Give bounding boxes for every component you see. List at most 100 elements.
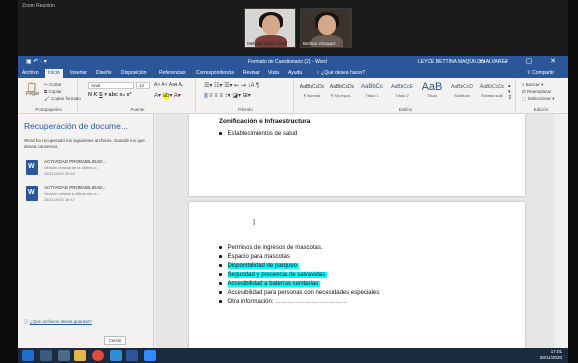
document-page[interactable]: Zonificación e Infraestructura Estableci… [189,114,525,196]
font-size-grow-shrink-icon[interactable]: A˄ A˅ Aa▾ A̶ [154,82,182,88]
section-heading: Zonificación e Infraestructura [219,118,311,125]
editing-group: ⌕ Buscar ▾ ⇄ Reemplazar ⬚ Seleccionar ▾ … [518,79,564,112]
start-icon[interactable] [22,350,34,361]
recovered-file-desc: Versión creada de la última a... [44,165,99,170]
bullet-text: Espacio para mascotas [227,254,290,260]
find-button[interactable]: ⌕ Buscar ▾ [522,82,543,88]
tab-referencias[interactable]: Referencias [159,70,186,76]
style-heading1[interactable]: AaBbCc Título 1 [358,82,386,102]
document-area[interactable]: Zonificación e Infraestructura Estableci… [155,114,561,353]
clipboard-group-label: Portapapeles [35,107,62,112]
tab-ayuda[interactable]: Ayuda [288,70,302,76]
bullet-item[interactable]: Seguridad y presencia de salvavidas [219,271,328,279]
bullet-dot [219,246,222,249]
recovered-file-item[interactable]: ACTIVIDAD PROBABILIDAD... Versión creada… [24,184,150,206]
file-explorer-icon[interactable] [74,350,86,361]
style-name: Subtítulo [454,93,470,98]
styles-group: AaBbCcDc ¶ Normal AaBbCcDc ¶ Sin espa... A… [296,79,516,112]
style-heading2[interactable]: AaBbCcE Título 2 [388,82,416,102]
recovered-file-time: 28/11/2020 16:47 [44,197,75,202]
word-icon[interactable] [126,350,138,361]
bullet-dot [219,273,222,276]
style-subtle-emphasis[interactable]: AaBbCcDc Énfasis sutil [478,82,506,102]
tab-diseno[interactable]: Diseño [96,70,112,76]
system-clock[interactable]: 17:01 28/11/2020 [540,349,562,361]
zoom-app-icon[interactable] [144,350,156,361]
tab-vista[interactable]: Vista [268,70,279,76]
bullet-dot [219,300,222,303]
styles-group-label: Estilos [398,107,413,112]
style-name: Título [426,93,437,98]
editing-group-label: Edición [533,107,549,112]
select-label: Seleccionar [527,96,552,101]
copy-button[interactable]: ⧉ Copiar [44,89,62,94]
meeting-strip: Zoom Reunión Melissa López Cruz Bettina … [18,0,568,56]
text-format-buttons[interactable]: N K S ▾ abc x₂ x² [88,92,131,98]
tell-me-search[interactable]: ♀ ¿Qué desea hacer? [316,70,365,76]
bullet-text-highlighted: Disponibilidad de parqueo [227,263,299,269]
tab-disposicion[interactable]: Disposición [121,70,147,76]
document-recovery-pane: Recuperación de docume... Word ha recupe… [18,114,154,353]
bullet-text: Otra información: ……………………………… [227,299,348,305]
style-title[interactable]: AaB Título [418,82,446,102]
tab-correspondencia[interactable]: Correspondencia [196,70,234,76]
bullet-item[interactable]: Disponibilidad de parqueo [219,262,299,270]
font-color-icons[interactable]: A▾ ab▾ A▾ [154,92,181,99]
bullet-item[interactable]: Accesibilidad a baterías sanitarias [219,280,321,288]
word-file-icon [26,186,38,201]
style-preview: AaBbCc [360,84,383,90]
tab-insertar[interactable]: Insertar [70,70,87,76]
which-files-link[interactable]: ⓘ ¿Qué archivos desea guardar? [24,319,92,325]
participant-video-tile[interactable]: Melissa López Cruz [244,8,296,48]
task-view-icon[interactable] [58,350,70,361]
style-no-spacing[interactable]: AaBbCcDc ¶ Sin espa... [328,82,356,102]
bullet-item[interactable]: Otra información: ……………………………… [219,298,347,306]
tab-inicio[interactable]: Inicio [45,69,63,78]
tab-archivo[interactable]: Archivo [22,70,39,76]
paste-icon[interactable]: 📋 [26,82,37,93]
bullet-text: Accesibilidad para personas con necesida… [227,290,380,296]
chrome-icon[interactable] [92,350,104,361]
quick-access-save-undo-icon[interactable]: ▣ ↶ · ▾ [26,58,47,65]
paragraph-group-label: Párrafo [238,107,253,112]
alignment-buttons-icon[interactable]: ≡ ≡ ≡ ≡ ↕▾ ◪▾ ⊞▾ [204,92,251,99]
participant-name: Bettina Vázquez [303,41,336,46]
bullet-item[interactable]: Permisos de ingresos de mascotas. [219,244,323,252]
bullet-item[interactable]: Accesibilidad para personas con necesida… [219,289,379,297]
participant-video-tile[interactable]: Bettina Vázquez [300,8,352,48]
recovered-file-item[interactable]: ACTIVIDAD PROBABILIDAD... Versión creada… [24,158,150,180]
document-page[interactable]: I Permisos de ingresos de mascotas. Espa… [189,202,525,353]
style-preview: AaBbCcD [451,84,473,90]
recovered-file-name: ACTIVIDAD PROBABILIDAD... [44,185,107,190]
format-painter-label: Copiar formato [50,96,81,101]
style-normal[interactable]: AaBbCcDc ¶ Normal [298,82,326,102]
cut-button[interactable]: ✂ Cortar [44,82,62,88]
replace-button[interactable]: ⇄ Reemplazar [522,89,551,95]
tab-revisar[interactable]: Revisar [243,70,260,76]
window-controls-icon[interactable]: ▭ – ▢ ✕ [479,57,564,65]
bullet-item[interactable]: Espacio para mascotas [219,253,290,261]
vertical-scrollbar[interactable] [554,114,561,353]
style-subtitle[interactable]: AaBbCcD Subtítulo [448,82,476,102]
share-button[interactable]: ⇪ Compartir [526,70,554,76]
participant-face [262,15,280,35]
font-group-label: Fuente [130,107,145,112]
list-buttons-icon[interactable]: ☰▾ ☷▾ ☰▾ ⇤ ⇥ ↕A ¶ [204,82,259,89]
participant-face [318,15,336,35]
select-button[interactable]: ⬚ Seleccionar ▾ [522,96,555,102]
ribbon: Pegar 📋 ✂ Cortar ⧉ Copiar 🖌 Copiar forma… [18,78,568,114]
font-size-select[interactable]: 12 [136,82,150,89]
close-recovery-button[interactable]: Cerrar [104,336,126,345]
cut-label: Cortar [49,82,62,87]
style-preview: AaBbCcE [391,84,413,90]
bullet-text: Establecimientos de salud [227,131,298,137]
bullet-item[interactable]: Establecimientos de salud [219,130,297,138]
bullet-dot [219,132,222,135]
ribbon-tabs: Archivo Inicio Insertar Diseño Disposici… [18,68,568,78]
styles-more-icon[interactable]: ▴ ▾ ⊽ [508,83,512,101]
edge-icon[interactable] [110,350,122,361]
font-name-select[interactable]: Arial [88,82,134,89]
text-cursor-icon: I [253,218,256,227]
search-icon[interactable] [40,350,52,361]
format-painter-button[interactable]: 🖌 Copiar formato [44,96,81,102]
